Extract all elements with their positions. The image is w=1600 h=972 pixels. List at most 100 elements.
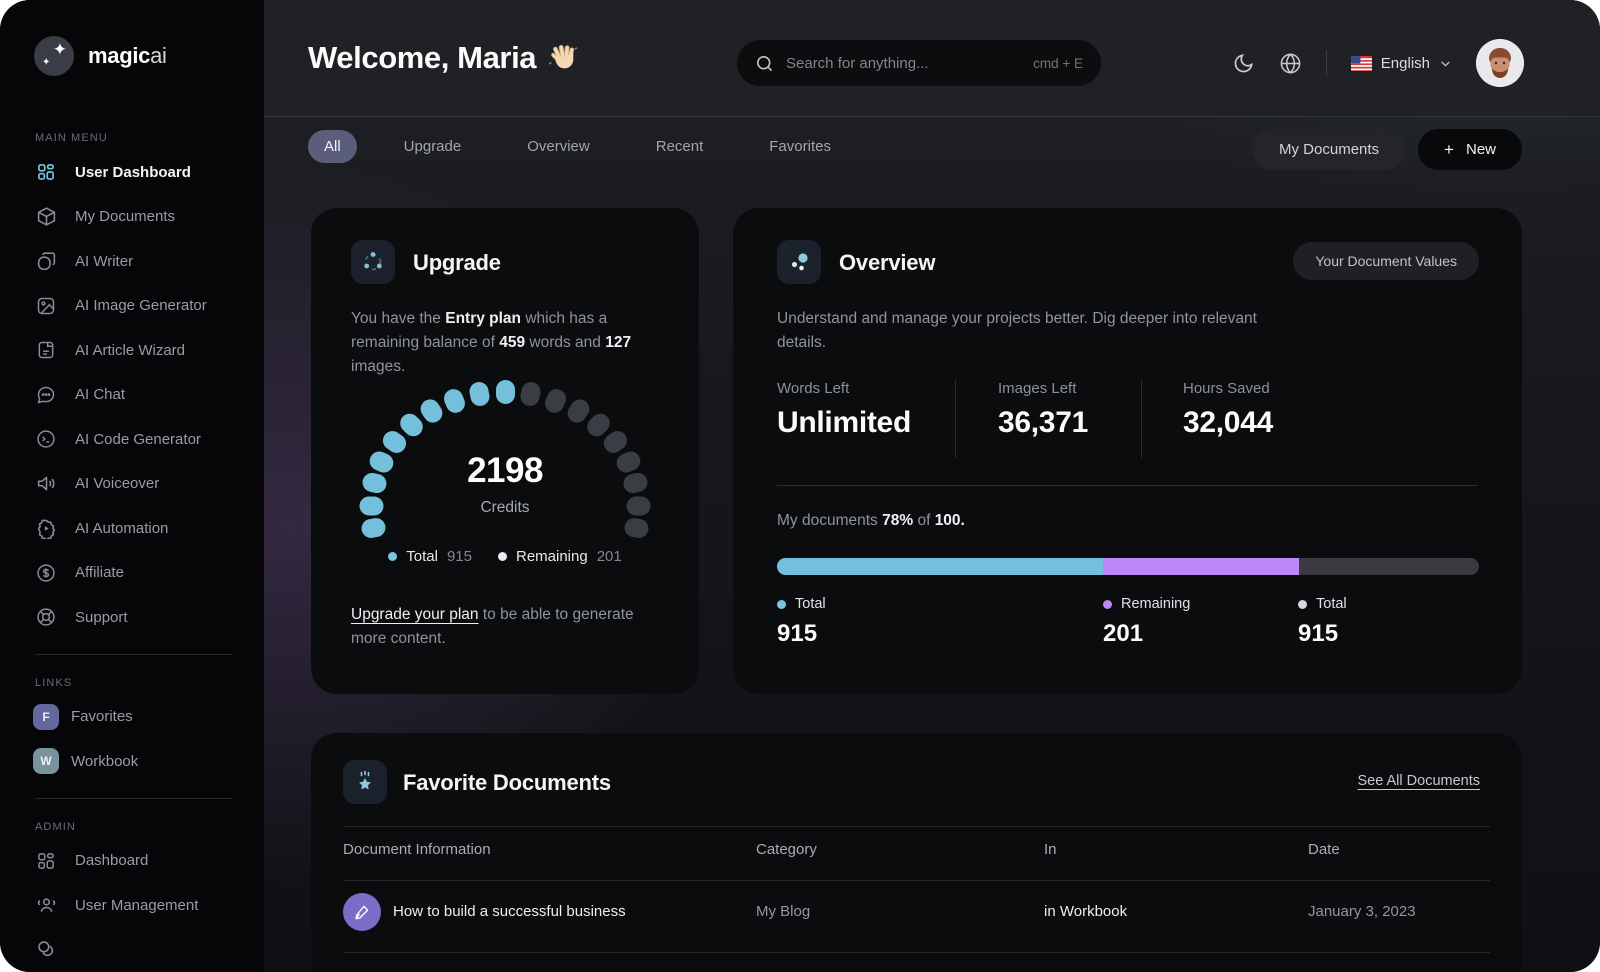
sidebar-item-partial[interactable] — [0, 928, 264, 972]
star-sparkle-icon — [343, 760, 387, 804]
legend-dot-gray — [1298, 599, 1307, 609]
upgrade-footer-text: Upgrade your plan to be able to generate… — [351, 606, 634, 647]
progress-legend-remaining: Remaining 201 — [1103, 596, 1191, 647]
sidebar-item-my-documents[interactable]: My Documents — [0, 195, 264, 240]
col-document-information: Document Information — [343, 841, 491, 858]
my-documents-summary: My documents 78% of 100. — [777, 512, 965, 529]
lifebuoy-icon — [35, 606, 57, 628]
gauge-dot — [542, 385, 570, 416]
sidebar-item-favorites[interactable]: F Favorites — [0, 695, 264, 740]
table-divider — [343, 880, 1490, 881]
gauge-dot — [564, 395, 594, 427]
favorite-documents-card: Favorite Documents See All Documents Doc… — [311, 733, 1522, 972]
coins-icon — [35, 939, 57, 961]
gauge-dot — [583, 409, 615, 441]
your-document-values-button[interactable]: Your Document Values — [1293, 242, 1479, 280]
col-category: Category — [756, 841, 817, 858]
waving-hand-icon — [548, 43, 578, 73]
document-location: in Workbook — [1044, 903, 1128, 920]
stat-divider — [1141, 380, 1142, 458]
page-title: Welcome, Maria — [308, 40, 578, 76]
sidebar-item-ai-code-generator[interactable]: AI Code Generator — [0, 417, 264, 462]
sidebar-item-admin-dashboard[interactable]: Dashboard — [0, 839, 264, 884]
main-content: Welcome, Maria Search for anything... cm… — [264, 0, 1600, 972]
legend-dot-white — [497, 552, 507, 561]
header-divider — [1325, 50, 1327, 76]
progress-legend-total-2: Total 915 — [1298, 596, 1347, 647]
pages-icon — [35, 250, 57, 272]
stat-hours-saved: Hours Saved 32,044 — [1183, 380, 1273, 439]
gauge-dot — [467, 380, 491, 408]
tab-overview[interactable]: Overview — [508, 130, 609, 163]
sparkle-logo-icon: ✦ ✦ — [34, 36, 74, 76]
section-label-admin: ADMIN — [35, 820, 76, 833]
sidebar-item-ai-chat[interactable]: AI Chat — [0, 373, 264, 418]
stat-words-left: Words Left Unlimited — [777, 380, 911, 439]
brand-logo[interactable]: ✦ ✦ magicai — [0, 0, 264, 76]
col-date: Date — [1308, 841, 1340, 858]
cube-icon — [35, 206, 57, 228]
stat-images-left: Images Left 36,371 — [998, 380, 1088, 439]
tab-upgrade[interactable]: Upgrade — [385, 130, 481, 163]
gauge-dot — [440, 385, 468, 416]
globe-icon[interactable] — [1279, 52, 1302, 75]
sidebar-item-workbook[interactable]: W Workbook — [0, 739, 264, 784]
tab-favorites[interactable]: Favorites — [750, 130, 850, 163]
terminal-icon — [35, 428, 57, 450]
search-icon — [755, 54, 774, 73]
us-flag-icon — [1350, 55, 1372, 71]
see-all-documents-link[interactable]: See All Documents — [1357, 773, 1480, 789]
sidebar-item-ai-image-generator[interactable]: AI Image Generator — [0, 284, 264, 329]
gauge-dot — [495, 380, 515, 404]
workbook-badge: W — [33, 748, 59, 775]
chat-bubble-icon — [35, 384, 57, 406]
upgrade-title: Upgrade — [413, 250, 501, 275]
tab-recent[interactable]: Recent — [637, 130, 723, 163]
search-shortcut: cmd + E — [1033, 55, 1083, 71]
speaker-icon — [35, 473, 57, 495]
dashboard-grid-icon — [35, 161, 57, 183]
table-divider — [343, 952, 1490, 953]
chevron-down-icon — [1439, 57, 1452, 70]
overview-card: Overview Your Document Values Understand… — [733, 208, 1522, 694]
users-icon — [35, 894, 57, 916]
document-title[interactable]: How to build a successful business — [393, 903, 626, 920]
tab-all[interactable]: All — [308, 130, 357, 163]
sidebar-item-affiliate[interactable]: Affiliate — [0, 551, 264, 596]
sidebar-item-support[interactable]: Support — [0, 595, 264, 640]
user-avatar[interactable] — [1476, 39, 1524, 87]
documents-progress-bar — [777, 558, 1479, 575]
sidebar-item-ai-voiceover[interactable]: AI Voiceover — [0, 462, 264, 507]
legend-remaining: Remaining 201 — [497, 548, 622, 565]
image-icon — [35, 295, 57, 317]
share-network-icon — [351, 240, 395, 284]
legend-dot-teal — [777, 599, 786, 609]
legend-dot-purple — [1103, 599, 1112, 609]
sidebar-item-ai-writer[interactable]: AI Writer — [0, 239, 264, 284]
section-label-main-menu: MAIN MENU — [35, 132, 108, 144]
plus-icon: + — [1444, 139, 1454, 159]
new-button[interactable]: + New — [1418, 129, 1522, 170]
dark-mode-moon-icon[interactable] — [1232, 52, 1255, 75]
my-documents-button[interactable]: My Documents — [1252, 129, 1407, 170]
progress-segment — [777, 558, 1104, 575]
search-input[interactable]: Search for anything... cmd + E — [737, 40, 1101, 86]
filter-tabs: All Upgrade Overview Recent Favorites — [308, 130, 850, 163]
gauge-dot — [623, 516, 651, 540]
sidebar-item-ai-automation[interactable]: AI Automation — [0, 506, 264, 551]
credits-label: Credits — [480, 499, 530, 516]
credits-legend: Total 915 Remaining 201 — [311, 548, 699, 565]
upgrade-plan-link[interactable]: Upgrade your plan — [351, 606, 479, 623]
gauge-dot — [416, 395, 446, 427]
sidebar-item-user-management[interactable]: User Management — [0, 883, 264, 928]
sidebar-item-ai-article-wizard[interactable]: AI Article Wizard — [0, 328, 264, 373]
sidebar-item-user-dashboard[interactable]: User Dashboard — [0, 150, 264, 195]
sidebar-divider — [35, 653, 232, 655]
gauge-dot — [359, 516, 387, 540]
table-divider — [343, 826, 1490, 827]
main-menu: User Dashboard My Documents AI Writer AI… — [0, 150, 264, 640]
document-category: My Blog — [756, 903, 811, 920]
favorite-documents-title: Favorite Documents — [403, 770, 611, 795]
language-selector[interactable]: English — [1350, 55, 1452, 72]
gauge-dot — [395, 409, 427, 441]
